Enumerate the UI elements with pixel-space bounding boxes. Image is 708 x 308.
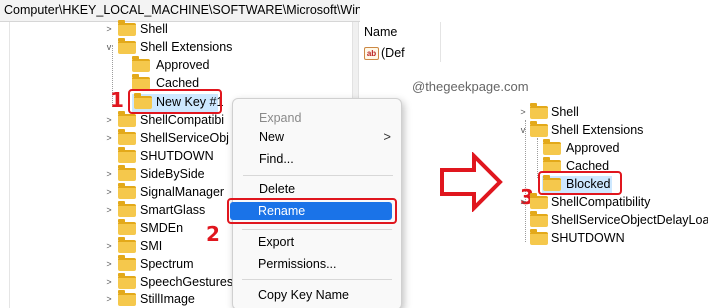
tree-item-label: Spectrum xyxy=(140,257,194,271)
tree-item-label: SHUTDOWN xyxy=(140,149,214,163)
default-value-entry[interactable]: (Def xyxy=(381,46,405,60)
tree-item-label: Shell xyxy=(551,105,579,119)
chevron-right-icon[interactable]: > xyxy=(104,201,114,219)
folder-icon xyxy=(118,147,136,163)
folder-icon xyxy=(118,129,136,145)
tree-item-label: ShellCompatibi xyxy=(140,113,225,127)
folder-icon xyxy=(118,290,136,306)
right-arrow-icon xyxy=(440,152,503,212)
tree-item-label: ShellServiceObjectDelayLoad xyxy=(551,213,708,227)
string-value-icon: ab xyxy=(364,47,379,60)
step-badge-2: 2 xyxy=(206,222,220,246)
chevron-right-icon: > xyxy=(383,129,391,144)
tree-item-label: ShellServiceObj xyxy=(140,131,229,145)
folder-icon xyxy=(132,56,150,72)
menu-separator xyxy=(242,229,392,230)
folder-icon xyxy=(118,38,136,54)
window-left-edge xyxy=(0,22,10,308)
tree-item-label: ShellCompatibility xyxy=(551,195,651,209)
tree-item-label: SideBySide xyxy=(140,167,205,181)
rename-highlight-box xyxy=(227,198,397,224)
folder-icon xyxy=(118,20,136,36)
tree-item-label: Approved xyxy=(566,141,620,155)
folder-icon xyxy=(118,111,136,127)
chevron-down-icon[interactable]: v xyxy=(104,38,114,56)
menu-item-permissions[interactable]: Permissions... xyxy=(258,256,337,272)
chevron-right-icon[interactable]: > xyxy=(104,273,114,291)
menu-item-delete[interactable]: Delete xyxy=(259,181,295,197)
tree-item-label: SignalManager xyxy=(140,185,225,199)
menu-item-find[interactable]: Find... xyxy=(259,151,294,167)
step-badge-1: 1 xyxy=(110,88,124,112)
chevron-right-icon[interactable]: > xyxy=(518,193,528,211)
chevron-right-icon[interactable]: > xyxy=(104,290,114,308)
address-bar[interactable]: Computer\HKEY_LOCAL_MACHINE\SOFTWARE\Mic… xyxy=(0,0,360,22)
menu-item-export[interactable]: Export xyxy=(258,234,294,250)
tree-item-label: Shell Extensions xyxy=(551,123,644,137)
chevron-right-icon[interactable]: > xyxy=(104,183,114,201)
tree-item-label: SHUTDOWN xyxy=(551,231,625,245)
folder-icon xyxy=(530,211,548,227)
menu-item-expand[interactable]: Expand xyxy=(259,110,301,126)
menu-separator xyxy=(243,175,393,176)
chevron-right-icon[interactable]: > xyxy=(104,129,114,147)
menu-item-new[interactable]: New > xyxy=(259,129,403,145)
folder-icon xyxy=(118,273,136,289)
chevron-right-icon[interactable]: > xyxy=(104,20,114,38)
tree-item-label: SpeechGestures xyxy=(140,275,234,289)
menu-item-label: New xyxy=(259,130,285,144)
tree-item-label: SMI xyxy=(140,239,163,253)
chevron-right-icon[interactable]: > xyxy=(104,237,114,255)
chevron-down-icon[interactable]: v xyxy=(518,121,528,139)
tree-item-label: Shell xyxy=(140,22,168,36)
column-separator[interactable] xyxy=(440,22,441,62)
folder-icon xyxy=(543,139,561,155)
folder-icon xyxy=(530,121,548,137)
tree-item-label: SMDEn xyxy=(140,221,184,235)
folder-icon xyxy=(118,165,136,181)
folder-icon xyxy=(118,237,136,253)
tree-item-label: Approved xyxy=(156,58,210,72)
folder-icon xyxy=(118,219,136,235)
folder-icon xyxy=(530,103,548,119)
tree-item-label: Shell Extensions xyxy=(140,40,233,54)
folder-icon xyxy=(118,183,136,199)
chevron-right-icon[interactable]: > xyxy=(104,111,114,129)
folder-icon xyxy=(118,201,136,217)
tree-item-label: StillImage xyxy=(140,292,195,306)
tree-item-label: SmartGlass xyxy=(140,203,206,217)
menu-item-copy-key-name[interactable]: Copy Key Name xyxy=(258,287,349,303)
menu-separator xyxy=(242,279,392,280)
chevron-right-icon[interactable]: > xyxy=(104,255,114,273)
folder-icon xyxy=(118,255,136,271)
folder-icon xyxy=(530,193,548,209)
chevron-right-icon[interactable]: > xyxy=(104,165,114,183)
watermark: @thegeekpage.com xyxy=(412,79,529,94)
blocked-highlight-box xyxy=(538,171,622,195)
column-header-name[interactable]: Name xyxy=(364,25,397,39)
folder-icon xyxy=(530,229,548,245)
chevron-right-icon[interactable]: > xyxy=(518,103,528,121)
